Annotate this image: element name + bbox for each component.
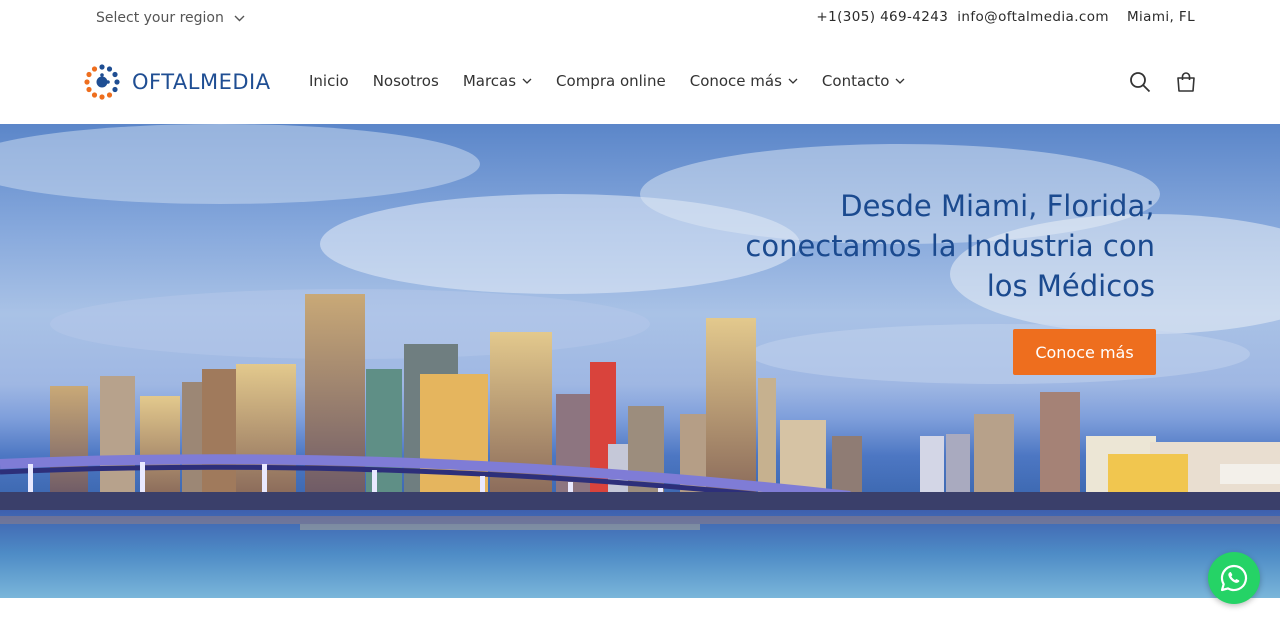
city-label: Miami, FL [1126,9,1195,25]
contact-info: +1(305) 469-4243 info@oftalmedia.com Mia… [816,9,1195,25]
nav-item-label: Marcas [462,72,517,90]
search-button[interactable] [1128,70,1152,94]
conoce-mas-button[interactable]: Conoce más [1013,329,1156,375]
region-selector-label: Select your region [96,10,224,26]
nav-item-label: Contacto [821,72,890,90]
cart-icon [1177,72,1195,92]
hero-banner: Desde Miami, Florida; conectamos la Indu… [0,124,1280,598]
nav-item-compra-online[interactable]: Compra online [556,72,666,90]
top-bar: Select your region +1(305) 469-4243 info… [0,0,1280,38]
site-header: OFTALMEDIA Inicio Nosotros Marcas Compra… [0,48,1280,116]
search-icon [1130,72,1151,93]
header-actions [1128,70,1198,94]
main-nav: Inicio Nosotros Marcas Compra online Con… [309,72,929,90]
nav-item-nosotros[interactable]: Nosotros [373,72,439,90]
hero-headline-line: conectamos la Industria con [745,229,1155,263]
logo-text: OFTALMEDIA [132,70,271,94]
whatsapp-button[interactable] [1208,552,1260,604]
nav-item-conoce-mas[interactable]: Conoce más [690,72,798,90]
nav-item-marcas[interactable]: Marcas [463,72,532,90]
nav-item-label: Nosotros [372,72,439,90]
nav-item-label: Compra online [556,72,666,90]
hero-headline-line: los Médicos [986,269,1155,303]
chevron-down-icon [522,78,532,84]
phone-link[interactable]: +1(305) 469-4243 [816,9,948,25]
chevron-down-icon [788,78,798,84]
chevron-down-icon [896,78,905,84]
nav-item-inicio[interactable]: Inicio [309,72,349,90]
logo[interactable]: OFTALMEDIA [84,64,271,100]
hero-headline: Desde Miami, Florida; conectamos la Indu… [695,186,1155,306]
chevron-down-icon [234,15,245,21]
nav-item-label: Conoce más [689,72,782,90]
cart-button[interactable] [1174,70,1198,94]
email-link[interactable]: info@oftalmedia.com [957,9,1109,25]
nav-item-label: Inicio [309,72,349,90]
logo-icon [84,64,120,100]
whatsapp-icon [1220,564,1248,592]
region-selector[interactable]: Select your region [96,10,245,26]
nav-item-contacto[interactable]: Contacto [822,72,906,90]
hero-headline-line: Desde Miami, Florida; [840,189,1155,223]
